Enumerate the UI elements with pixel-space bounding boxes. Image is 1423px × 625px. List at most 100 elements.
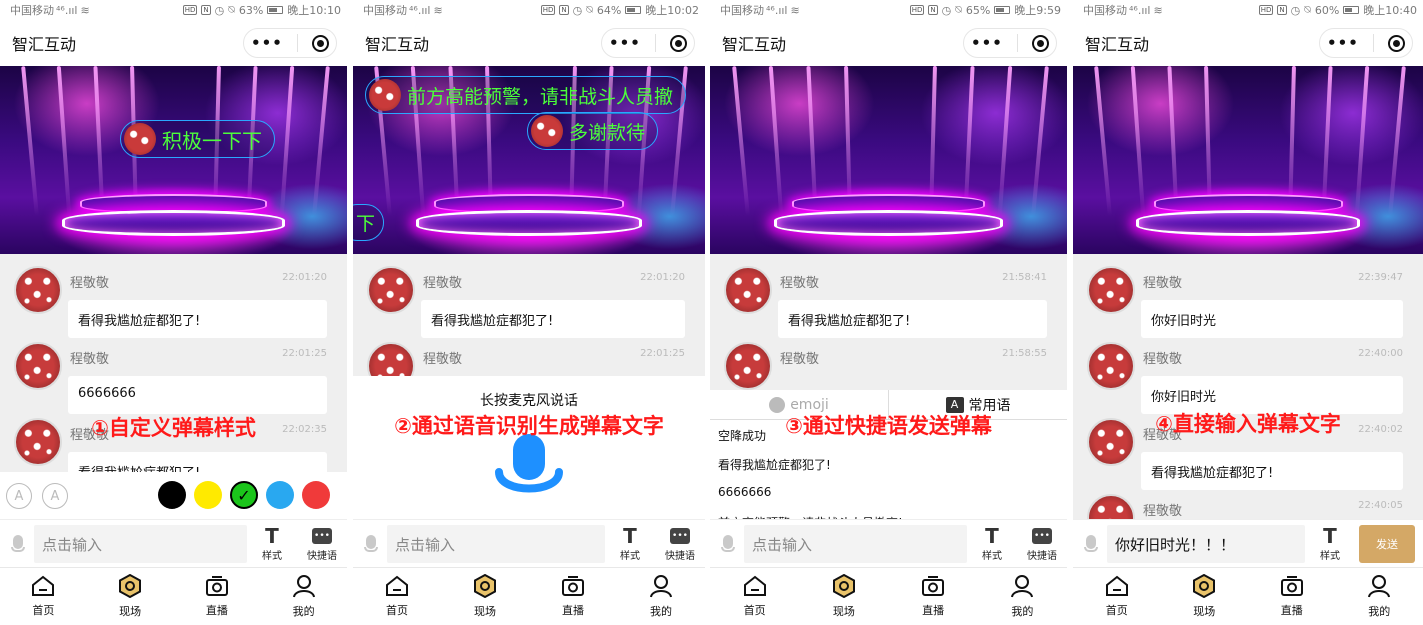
microphone-icon[interactable] [8,535,28,552]
title-bar: 智汇互动 ••• [353,20,705,66]
feature-caption: ④直接输入弹幕文字 [1155,412,1341,436]
clock-time: 晚上10:02 [645,4,699,17]
tab-mine[interactable]: 我的 [617,568,705,625]
avatar[interactable] [14,342,62,390]
microphone-icon[interactable] [718,535,738,552]
chat-bubble-icon: ••• [1032,527,1052,544]
light-beam [1288,66,1296,217]
danmu-text: 积极一下下 [162,128,262,153]
danmu-bubble: 下 [353,204,385,241]
page-title: 智汇互动 [12,35,77,54]
carrier-label: 中国移动 [1083,4,1127,17]
light-beam [1321,66,1333,217]
message-time: 22:01:25 [282,348,327,359]
home-icon [743,575,767,602]
quick-phrase-item[interactable]: 看得我尴尬症都犯了! [710,449,1067,478]
avatar[interactable] [1087,266,1135,314]
quick-phrase-button[interactable]: ••• 快捷语 [655,526,705,562]
danmu-input[interactable]: 点击输入 [34,524,247,563]
more-dots-icon[interactable]: ••• [609,34,641,52]
signal-icon: ⁴⁶.ııl [56,4,78,17]
target-circle-icon[interactable] [1387,34,1405,52]
tab-home[interactable]: 首页 [710,568,799,625]
style-button[interactable]: T 样式 [967,525,1017,562]
sender-name: 程敬敬 [423,352,463,367]
style-button[interactable]: T 样式 [247,525,297,562]
microphone-icon[interactable] [1081,535,1101,552]
color-swatch[interactable] [158,481,186,509]
tab-venue[interactable]: 现场 [441,568,529,625]
quick-phrase-item[interactable]: 6666666 [710,478,1067,507]
sender-name: 程敬敬 [70,352,110,367]
title-bar: 智汇互动 ••• [710,20,1067,66]
color-swatch-selected[interactable]: ✓ [230,481,258,509]
target-circle-icon[interactable] [1031,34,1049,52]
light-beam [769,66,784,216]
tab-label: 我的 [1011,605,1034,618]
tab-live[interactable]: 直播 [174,568,261,625]
tab-mine[interactable]: 我的 [260,568,347,625]
size-decrease-button[interactable]: A [6,483,32,509]
user-icon [649,574,673,603]
quick-phrase-button[interactable]: ••• 快捷语 [1017,526,1067,562]
nfc-icon: N [559,5,569,15]
target-circle-icon[interactable] [311,34,329,52]
quick-phrase-button[interactable]: ••• 快捷语 [297,526,347,562]
avatar[interactable] [14,266,62,314]
style-button[interactable]: T 样式 [1305,525,1355,562]
large-microphone-button[interactable] [493,432,565,504]
venue-hexagon-icon [473,573,497,603]
target-circle-icon[interactable] [669,34,687,52]
more-dots-icon[interactable]: ••• [971,34,1003,52]
mute-icon: ⍉ [955,3,962,16]
tab-venue[interactable]: 现场 [799,568,888,625]
input-bar: 点击输入 T 样式 ••• 快捷语 [0,519,347,567]
status-left: 中国移动 ⁴⁶.ııl ≋ [10,2,90,18]
avatar[interactable] [724,342,772,390]
style-button[interactable]: T 样式 [605,525,655,562]
capsule-divider [654,34,656,52]
color-swatch[interactable] [302,481,330,509]
status-bar: 中国移动 ⁴⁶.ııl ≋ HD N ◷ ⍉ 65% 晚上9:59 [710,0,1067,20]
danmu-text: 前方高能预警，请非战斗人员撤 [407,85,674,108]
tab-mine[interactable]: 我的 [978,568,1067,625]
hd-icon: HD [540,5,556,15]
danmu-input[interactable]: 你好旧时光！！！ [1107,524,1305,563]
size-increase-button[interactable]: A [42,483,68,509]
alarm-icon: ◷ [572,3,583,17]
quick-label: 快捷语 [665,550,695,562]
tab-home[interactable]: 首页 [353,568,441,625]
phone-screen-4: 中国移动 ⁴⁶.ııl ≋ HD N ◷ ⍉ 60% 晚上10:40 智汇互动 ••• 程敬敬 22:3… [1073,0,1423,625]
tab-home[interactable]: 首页 [0,568,87,625]
avatar[interactable] [367,266,415,314]
color-swatch[interactable] [194,481,222,509]
avatar[interactable] [1087,342,1135,390]
color-swatch[interactable] [266,481,294,509]
more-dots-icon[interactable]: ••• [251,34,283,52]
user-icon [1010,574,1034,603]
nfc-icon: N [1277,5,1287,15]
alarm-icon: ◷ [941,3,952,17]
tab-live[interactable]: 直播 [1248,568,1336,625]
more-dots-icon[interactable]: ••• [1327,34,1359,52]
avatar[interactable] [724,266,772,314]
send-button[interactable]: 发送 [1359,524,1415,563]
tab-label: 直播 [922,604,945,617]
tab-mine[interactable]: 我的 [1336,568,1423,625]
stage-banner [1073,66,1423,254]
tab-venue[interactable]: 现场 [87,568,174,625]
danmu-input[interactable]: 点击输入 [744,524,967,563]
tab-live[interactable]: 直播 [889,568,978,625]
stage-platform [416,210,642,236]
status-right: HD N ◷ ⍉ 65% 晚上9:59 [909,2,1061,18]
light-beam [1388,66,1406,216]
light-beam [1354,66,1370,216]
tab-home[interactable]: 首页 [1073,568,1161,625]
danmu-input[interactable]: 点击输入 [387,524,605,563]
user-icon [292,574,316,603]
tab-venue[interactable]: 现场 [1161,568,1249,625]
tab-live[interactable]: 直播 [529,568,617,625]
sender-name: 程敬敬 [780,276,820,291]
microphone-icon[interactable] [361,535,381,552]
message-time: 22:01:20 [640,272,685,283]
